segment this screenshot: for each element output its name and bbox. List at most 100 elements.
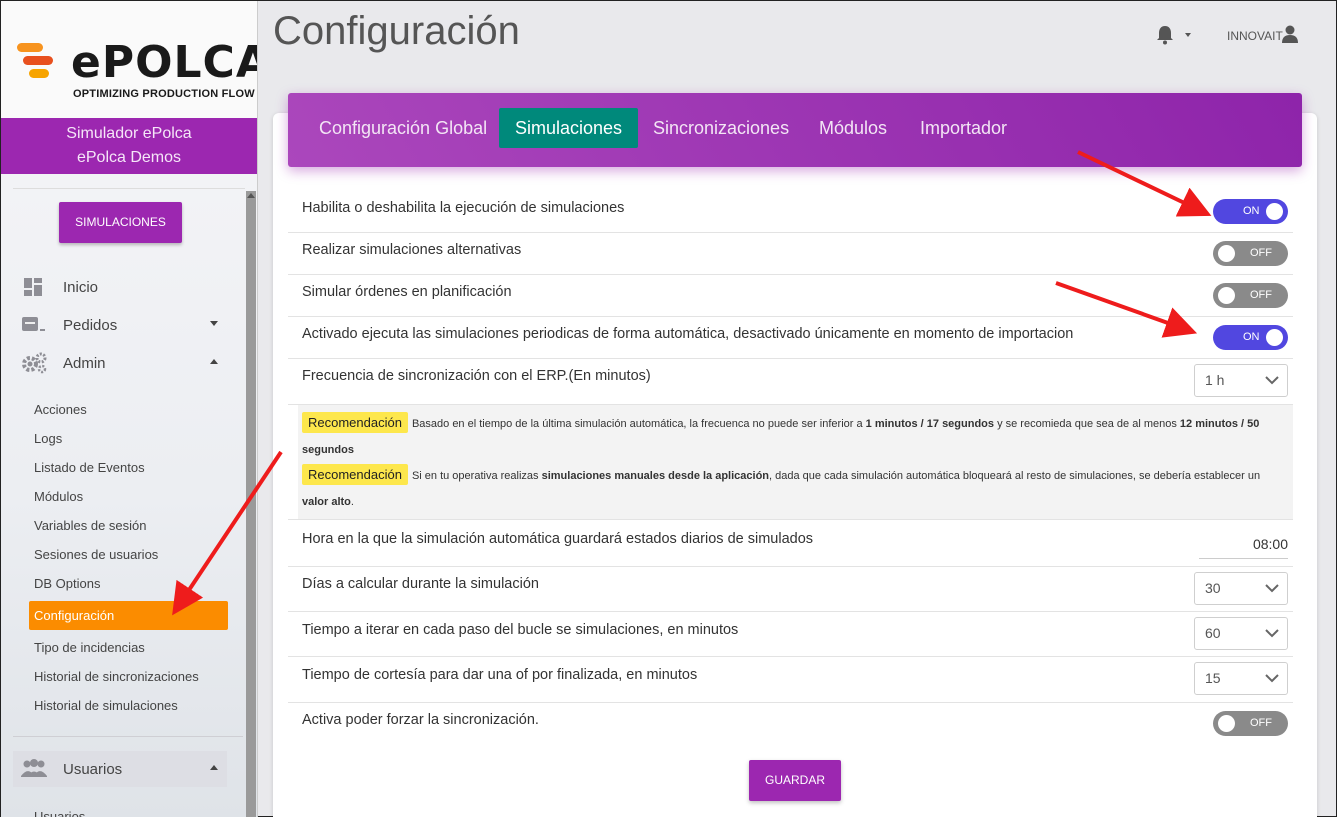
select-value: 30 (1205, 580, 1221, 596)
reco-text: . (350, 496, 354, 508)
sidebar-item-label: Pedidos (63, 316, 118, 334)
tab-simulaciones[interactable]: Simulaciones (499, 108, 639, 148)
setting-label: Habilita o deshabilita la ejecución de s… (302, 200, 625, 216)
recommendation-2: Recomendación Si en tu operativa realizas… (302, 462, 1287, 515)
reco-bold: simulaciones manuales desde la aplicació… (541, 470, 770, 482)
admin-item-tipo-incidencias[interactable]: Tipo de incidencias (34, 640, 145, 655)
chevron-up-icon (210, 359, 218, 364)
save-button[interactable]: GUARDAR (749, 760, 841, 801)
admin-item-configuracion[interactable]: Configuración (29, 601, 228, 630)
chevron-down-icon (1265, 376, 1279, 385)
epolca-logo-icon (17, 43, 65, 83)
sidebar-divider (13, 188, 245, 189)
setting-row-courtesy: Tiempo de cortesía para dar una of por f… (288, 657, 1293, 703)
chevron-down-icon[interactable] (1185, 33, 1191, 37)
admin-item-db-options[interactable]: DB Options (34, 576, 100, 591)
page-title: Configuración (273, 9, 520, 53)
user-name[interactable]: INNOVAIT (1227, 29, 1283, 43)
user-icon[interactable] (1282, 25, 1298, 43)
toggle-state: OFF (1250, 289, 1272, 301)
tab-sincronizaciones[interactable]: Sincronizaciones (637, 108, 805, 148)
recommendation-badge: Recomendación (302, 412, 408, 433)
setting-row-alt-sim: Realizar simulaciones alternativas OFF (288, 233, 1293, 275)
sidebar-separator (13, 736, 243, 737)
setting-label: Realizar simulaciones alternativas (302, 242, 522, 258)
sidebar-item-inicio[interactable]: Inicio (21, 273, 226, 301)
toggle-state: ON (1243, 205, 1260, 217)
setting-label: Simular órdenes en planificación (302, 284, 512, 300)
setting-label: Frecuencia de sincronización con el ERP.… (302, 368, 651, 384)
toggle-state: OFF (1250, 247, 1272, 259)
enable-sim-toggle[interactable]: ON (1213, 199, 1288, 224)
admin-item-acciones[interactable]: Acciones (34, 402, 87, 417)
logo-area: ePOLCA OPTIMIZING PRODUCTION FLOW (1, 1, 257, 118)
chevron-up-icon (210, 765, 218, 770)
reco-text: y se recomieda que sea de al menos (994, 418, 1180, 430)
admin-item-sesiones-usuarios[interactable]: Sesiones de usuarios (34, 547, 158, 562)
chevron-down-icon (210, 321, 218, 326)
users-icon (21, 759, 47, 779)
logo-subtitle: OPTIMIZING PRODUCTION FLOW (73, 88, 255, 100)
setting-row-plan-orders: Simular órdenes en planificación OFF (288, 275, 1293, 317)
toggle-state: OFF (1250, 717, 1272, 729)
sidebar-item-usuarios-label[interactable]: Usuarios (21, 755, 226, 783)
setting-row-save-hour: Hora en la que la simulación automática … (288, 519, 1293, 567)
setting-label: Días a calcular durante la simulación (302, 576, 539, 592)
recommendation-1: Recomendación Basado en el tiempo de la ú… (302, 410, 1287, 463)
admin-item-logs[interactable]: Logs (34, 431, 62, 446)
select-value: 60 (1205, 625, 1221, 641)
setting-row-iter: Tiempo a iterar en cada paso del bucle s… (288, 612, 1293, 657)
company-line1: Simulador ePolca (66, 125, 192, 142)
setting-label: Tiempo a iterar en cada paso del bucle s… (302, 622, 739, 638)
setting-row-sync-freq: Frecuencia de sincronización con el ERP.… (288, 359, 1293, 405)
setting-label: Tiempo de cortesía para dar una of por f… (302, 667, 698, 683)
gears-icon (21, 352, 47, 374)
days-select[interactable]: 30 (1194, 572, 1288, 605)
plan-orders-toggle[interactable]: OFF (1213, 283, 1288, 308)
reco-text: Basado en el tiempo de la última simulac… (411, 418, 866, 430)
users-item-usuarios[interactable]: Usuarios (34, 809, 85, 817)
courtesy-select[interactable]: 15 (1194, 662, 1288, 695)
tab-importador[interactable]: Importador (904, 108, 1023, 148)
admin-item-listado-eventos[interactable]: Listado de Eventos (34, 460, 145, 475)
iter-select[interactable]: 60 (1194, 617, 1288, 650)
force-sync-toggle[interactable]: OFF (1213, 711, 1288, 736)
bell-icon[interactable] (1155, 25, 1175, 45)
dashboard-icon (21, 277, 47, 297)
company-info: Simulador ePolca ePolca Demos (1, 118, 257, 174)
sidebar-item-label: Usuarios (63, 760, 123, 778)
select-value: 1 h (1205, 372, 1225, 388)
sidebar-item-admin[interactable]: Admin (21, 349, 226, 377)
reco-bold: valor alto (302, 496, 351, 508)
scroll-up-icon[interactable] (247, 193, 255, 198)
sidebar-item-pedidos[interactable]: Pedidos (21, 311, 226, 339)
simulaciones-button[interactable]: SIMULACIONES (59, 202, 182, 243)
reco-text: Si en tu operativa realizas (411, 470, 542, 482)
admin-item-modulos[interactable]: Módulos (34, 489, 83, 504)
alt-sim-toggle[interactable]: OFF (1213, 241, 1288, 266)
setting-row-enable-sim: Habilita o deshabilita la ejecución de s… (288, 191, 1293, 233)
sync-freq-select[interactable]: 1 h (1194, 364, 1288, 397)
sidebar-scrollbar[interactable] (246, 191, 256, 817)
input-underline (1199, 558, 1288, 559)
recommendation-badge: Recomendación (302, 464, 408, 485)
tab-modulos[interactable]: Módulos (803, 108, 903, 148)
reco-text: , dada que cada simulación automática bl… (769, 470, 1261, 482)
periodic-toggle[interactable]: ON (1213, 325, 1288, 350)
save-hour-input[interactable]: 08:00 (1253, 536, 1288, 552)
tab-bar: Configuración Global Simulaciones Sincro… (288, 93, 1302, 167)
setting-row-periodic: Activado ejecuta las simulaciones period… (288, 317, 1293, 359)
admin-item-variables-sesion[interactable]: Variables de sesión (34, 518, 147, 533)
admin-item-historial-simulaciones[interactable]: Historial de simulaciones (34, 698, 178, 713)
sidebar-item-label: Inicio (63, 278, 99, 296)
setting-label: Hora en la que la simulación automática … (302, 531, 814, 547)
logo-text: ePOLCA (71, 37, 258, 88)
inbox-icon (21, 315, 47, 335)
recommendation-block: Recomendación Basado en el tiempo de la ú… (298, 405, 1293, 519)
tab-configuracion-global[interactable]: Configuración Global (303, 108, 503, 148)
select-value: 15 (1205, 670, 1221, 686)
admin-item-historial-sincronizaciones[interactable]: Historial de sincronizaciones (34, 669, 199, 684)
toggle-state: ON (1243, 331, 1260, 343)
setting-row-days: Días a calcular durante la simulación 30 (288, 567, 1293, 612)
chevron-down-icon (1265, 584, 1279, 593)
